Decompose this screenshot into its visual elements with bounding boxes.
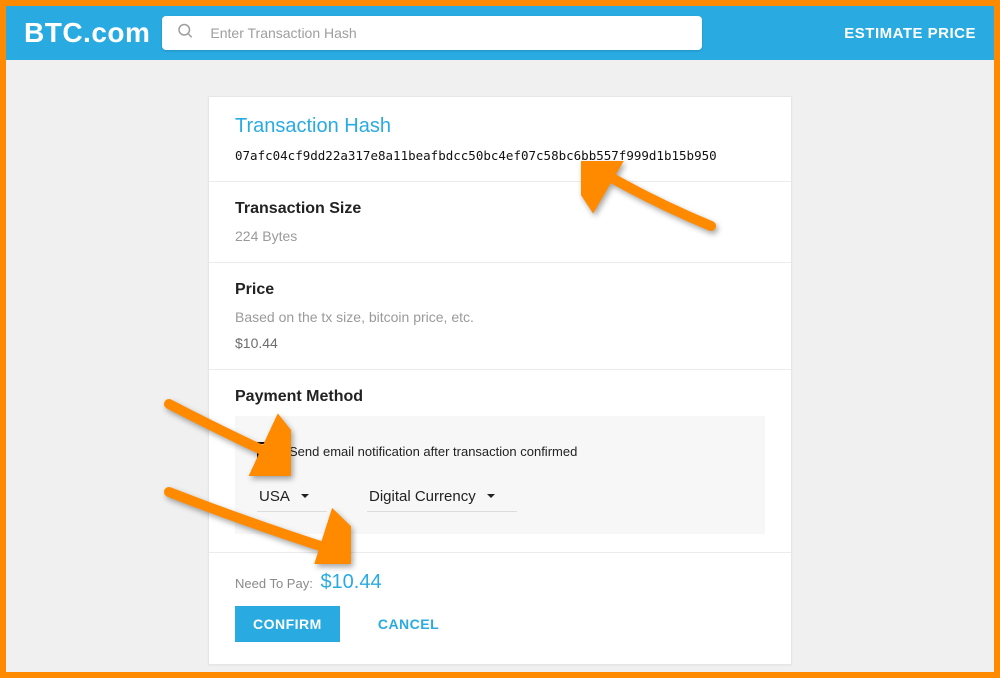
need-label: Need To Pay: [235,576,313,591]
price-title: Price [235,281,765,299]
section-hash: Transaction Hash 07afc04cf9dd22a317e8a11… [209,97,791,182]
country-select[interactable]: USA [257,484,327,512]
country-selected: USA [259,488,290,505]
chevron-down-icon [486,488,496,505]
estimate-price-link[interactable]: ESTIMATE PRICE [844,25,976,42]
need-amount: $10.44 [320,571,381,593]
search-input[interactable] [162,16,702,50]
price-value: $10.44 [235,335,765,351]
app-frame: BTC.com ESTIMATE PRICE Transaction Hash … [0,0,1000,678]
payment-title: Payment Method [235,388,765,406]
hash-title: Transaction Hash [235,115,765,138]
section-payment: Payment Method Send email notification a… [209,370,791,553]
method-select[interactable]: Digital Currency [367,484,517,512]
size-title: Transaction Size [235,200,765,218]
email-notify-row: Send email notification after transactio… [257,442,743,460]
cancel-button[interactable]: CANCEL [378,616,439,632]
payment-selects: USA Digital Currency [257,484,743,512]
need-to-pay-row: Need To Pay: $10.44 [235,571,765,594]
email-notify-checkbox[interactable] [257,442,275,460]
size-value: 224 Bytes [235,228,765,244]
payment-box: Send email notification after transactio… [235,416,765,534]
search-wrap [162,16,702,50]
hash-value: 07afc04cf9dd22a317e8a11beafbdcc50bc4ef07… [235,148,765,163]
topbar: BTC.com ESTIMATE PRICE [6,6,994,60]
confirm-button[interactable]: CONFIRM [235,606,340,642]
chevron-down-icon [300,488,310,505]
button-row: CONFIRM CANCEL [235,606,765,642]
method-selected: Digital Currency [369,488,476,505]
email-notify-label: Send email notification after transactio… [289,444,577,459]
section-size: Transaction Size 224 Bytes [209,182,791,263]
section-price: Price Based on the tx size, bitcoin pric… [209,263,791,370]
price-desc: Based on the tx size, bitcoin price, etc… [235,309,765,325]
logo[interactable]: BTC.com [24,17,150,49]
transaction-card: Transaction Hash 07afc04cf9dd22a317e8a11… [208,96,792,665]
search-icon [176,22,194,45]
logo-text: BTC.com [24,17,150,48]
card-footer: Need To Pay: $10.44 CONFIRM CANCEL [209,553,791,664]
